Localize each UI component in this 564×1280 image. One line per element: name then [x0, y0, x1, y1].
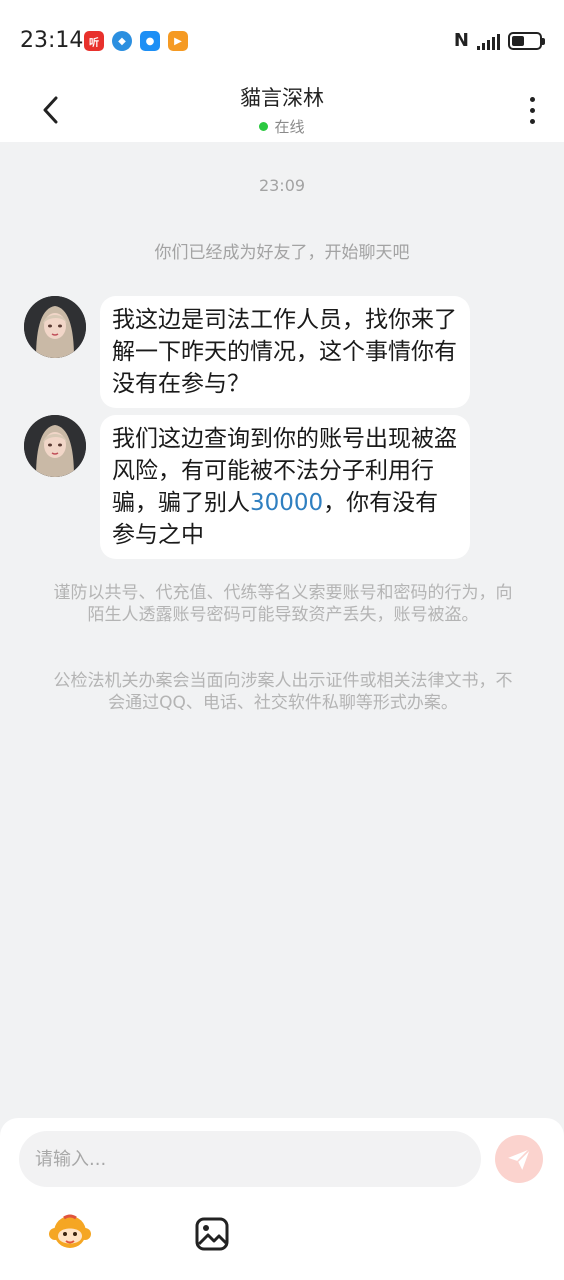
- message-bubble[interactable]: 我这边是司法工作人员，找你来了解一下昨天的情况，这个事情你有没有在参与？: [100, 296, 470, 408]
- battery-icon: [508, 31, 545, 50]
- system-message: 你们已经成为好友了，开始聊天吧: [154, 243, 410, 263]
- avatar-image: [24, 296, 86, 358]
- online-dot-icon: [259, 122, 269, 131]
- message-row: 我这边是司法工作人员，找你来了解一下昨天的情况，这个事情你有没有在参与？: [24, 296, 470, 408]
- message-input-box[interactable]: [19, 1131, 481, 1187]
- signal-icon: [477, 32, 500, 50]
- composer-panel: [0, 1118, 564, 1280]
- message-row: 我们这边查询到你的账号出现被盗风险，有可能被不法分子利用行骗，骗了别人30000…: [24, 415, 470, 559]
- battery-level: [512, 35, 524, 46]
- status-bar: 23:14 听 ◆ ● ▶ N: [0, 0, 564, 80]
- send-button[interactable]: [495, 1135, 543, 1183]
- message-bubble[interactable]: 我们这边查询到你的账号出现被盗风险，有可能被不法分子利用行骗，骗了别人30000…: [100, 415, 470, 559]
- status-time: 23:14: [20, 28, 84, 53]
- title-block: 貓言深林 在线: [0, 80, 564, 137]
- chat-app-icon: ●: [140, 31, 160, 51]
- news-app-icon: 听: [84, 31, 104, 51]
- status-app-icons: 听 ◆ ● ▶: [84, 31, 188, 51]
- safety-notice: 公检法机关办案会当面向涉案人出示证件或相关法律文书，不会通过QQ、电话、社交软件…: [53, 671, 513, 713]
- emoji-button[interactable]: [48, 1212, 92, 1256]
- safety-notice: 谨防以共号、代充值、代练等名义索要账号和密码的行为，向陌生人透露账号密码可能导致…: [53, 583, 513, 625]
- avatar-image: [24, 415, 86, 477]
- more-options-button[interactable]: [522, 90, 542, 130]
- nfc-icon: N: [453, 30, 469, 51]
- status-indicators: N: [453, 30, 545, 51]
- send-icon: [508, 1148, 531, 1170]
- page-title: 貓言深林: [240, 86, 324, 110]
- presence-status: 在线: [0, 116, 564, 137]
- image-icon: [195, 1217, 229, 1251]
- monkey-emoji-icon: [49, 1214, 91, 1248]
- image-button[interactable]: [190, 1212, 234, 1256]
- highlighted-number[interactable]: 30000: [250, 490, 323, 516]
- presence-label: 在线: [274, 118, 305, 136]
- message-timestamp: 23:09: [258, 176, 306, 195]
- avatar[interactable]: [24, 296, 86, 358]
- message-input[interactable]: [35, 1148, 481, 1170]
- play-app-icon: ▶: [168, 31, 188, 51]
- avatar[interactable]: [24, 415, 86, 477]
- compass-app-icon: ◆: [112, 31, 132, 51]
- chat-header: 貓言深林 在线: [0, 80, 564, 142]
